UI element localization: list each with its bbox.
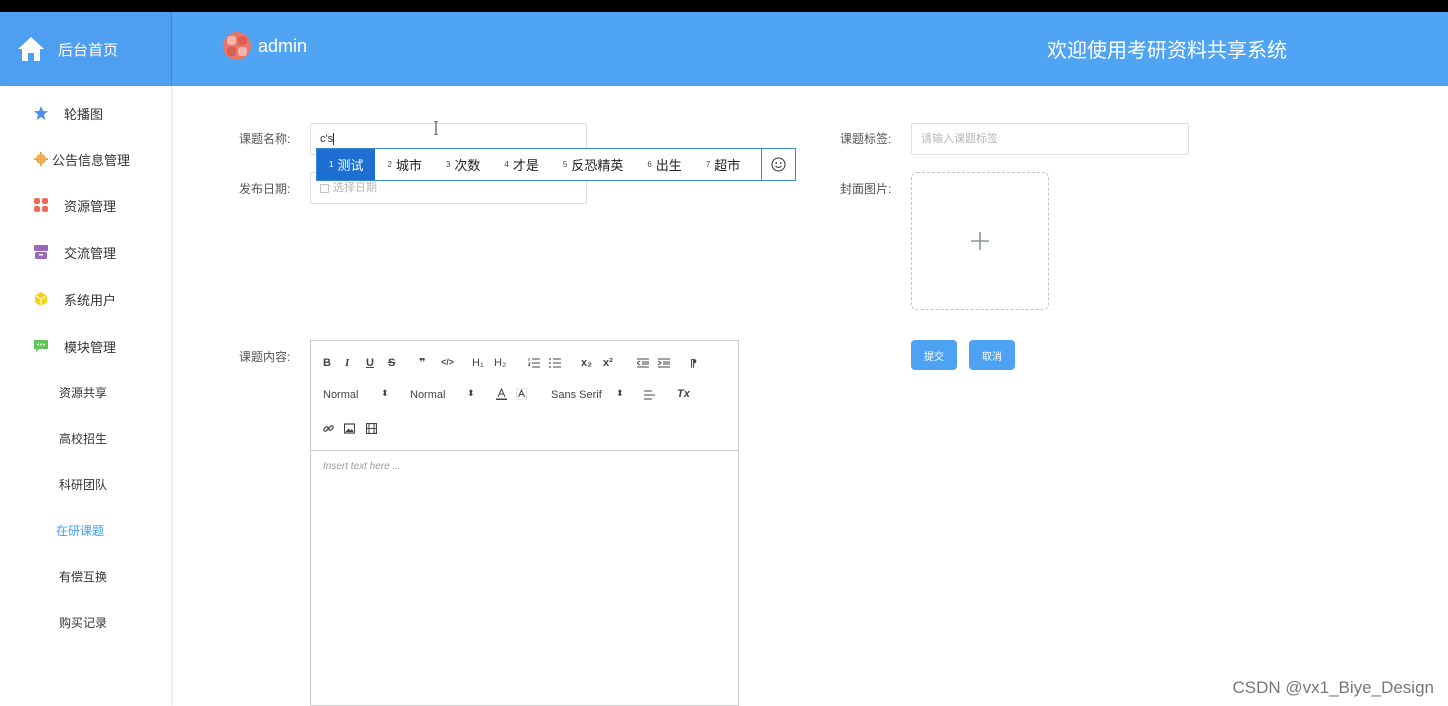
ime-candidate[interactable]: 2 城市 [375,149,433,180]
grid-icon [34,198,48,212]
font-color-icon[interactable] [496,388,507,400]
home-label: 后台首页 [58,41,119,59]
publish-date-label: 发布日期: [239,182,291,196]
topic-name-label: 课题名称: [239,132,291,146]
welcome-title: 欢迎使用考研资料共享系统 [1047,40,1287,62]
sidebar-sub-paid-exchange[interactable]: 有偿互换 [0,565,172,589]
sidebar-item-users[interactable]: 系统用户 [0,284,172,314]
ime-candidate[interactable]: 7 超市 [694,149,752,180]
sidebar-item-resources[interactable]: 资源管理 [0,190,172,220]
cancel-button[interactable]: 取消 [969,340,1015,370]
cube-icon [34,292,48,306]
submit-button[interactable]: 提交 [911,340,957,370]
avatar [223,32,251,60]
sidebar-item-modules[interactable]: 模块管理 [0,331,172,361]
sidebar-sub-admissions[interactable]: 高校招生 [0,427,172,451]
ime-candidate[interactable]: 3 次数 [434,149,492,180]
sidebar-sub-research-topics[interactable]: 在研课题 [0,519,172,543]
text-caret [333,133,335,146]
ime-candidate[interactable]: 6 出生 [635,149,693,180]
watermark: CSDN @vx1_Biye_Design [1232,678,1434,697]
outdent-icon[interactable] [637,358,649,368]
strike-button[interactable]: S [388,357,395,369]
topic-tag-placeholder: 请输入课题标签 [921,133,998,145]
subscript-button[interactable]: x₂ [581,357,592,369]
ime-emoji-button[interactable] [761,149,795,180]
clean-format-button[interactable]: Tx [677,388,690,400]
text-cursor-icon [434,121,438,135]
user-name: admin [258,35,308,56]
sidebar-item-exchange[interactable]: 交流管理 [0,237,172,267]
image-icon[interactable] [344,423,355,434]
editor-placeholder: Insert text here ... [323,461,401,472]
sidebar-item-label: 交流管理 [64,245,117,261]
plus-icon [971,232,989,250]
sidebar: 轮播图 公告信息管理 资源管理 交流管理 系统用户 模块管理 资源共享 高校招生… [0,86,172,706]
gear-icon [34,152,48,166]
code-block-button[interactable]: </> [441,357,454,367]
top-header: 后台首页 admin 欢迎使用考研资料共享系统 [0,12,1448,86]
link-icon[interactable] [323,423,334,434]
background-color-icon[interactable] [516,388,527,400]
align-icon[interactable] [644,390,655,400]
topic-name-value: c's [320,133,334,145]
cover-upload-area[interactable] [911,172,1049,310]
ordered-list-icon[interactable] [528,358,540,368]
h1-button[interactable]: H₁ [472,357,484,369]
sidebar-sub-purchase-records[interactable]: 购买记录 [0,611,172,635]
archive-icon [34,245,48,259]
smiley-icon [771,157,786,172]
ime-candidate[interactable]: 5 反恐精英 [551,149,635,180]
size-picker-arrow-icon: ⬍ [467,388,475,398]
sidebar-item-label: 资源管理 [64,198,117,214]
ime-candidate-bar: 1 测试 2 城市 3 次数 4 才是 5 反恐精英 6 出生 7 超市 [316,148,796,181]
ime-candidate[interactable]: 4 才是 [492,149,550,180]
bullet-list-icon[interactable] [549,358,561,368]
sidebar-item-label: 模块管理 [64,339,117,355]
text-direction-button[interactable]: ⁋ [690,357,697,370]
blockquote-button[interactable]: ❞ [419,356,425,369]
editor-content-area[interactable]: Insert text here ... [311,451,738,482]
h2-button[interactable]: H₂ [494,357,506,369]
editor-toolbar: B I U S ❞ </> H₁ H₂ x₂ x² ⁋ Normal ⬍ Nor… [311,341,738,451]
underline-button[interactable]: U [366,357,374,369]
sidebar-item-label: 系统用户 [64,292,117,308]
star-icon [34,106,48,120]
user-info[interactable]: admin [222,31,307,61]
size-picker[interactable]: Normal [410,389,445,401]
sidebar-item-notices[interactable]: 公告信息管理 [0,144,172,174]
header-picker[interactable]: Normal [323,389,358,401]
topic-tag-label: 课题标签: [840,132,892,146]
sidebar-item-label: 轮播图 [64,106,104,122]
indent-icon[interactable] [658,358,670,368]
topic-tag-input[interactable]: 请输入课题标签 [911,123,1189,155]
topic-content-label: 课题内容: [239,350,291,364]
sidebar-item-label: 公告信息管理 [52,152,131,168]
bold-button[interactable]: B [323,357,331,369]
top-black-strip [0,0,1448,12]
calendar-icon [320,183,329,193]
ime-candidate[interactable]: 1 测试 [317,149,376,180]
home-icon [18,37,44,61]
video-icon[interactable] [366,423,377,434]
cover-image-label: 封面图片: [840,182,892,196]
sidebar-sub-resource-share[interactable]: 资源共享 [0,381,172,405]
home-link[interactable]: 后台首页 [0,12,172,86]
header-picker-arrow-icon: ⬍ [381,388,389,398]
font-picker[interactable]: Sans Serif [551,389,602,401]
font-picker-arrow-icon: ⬍ [616,388,624,398]
chat-icon [34,340,48,352]
sidebar-item-carousel[interactable]: 轮播图 [0,98,172,128]
rich-text-editor: B I U S ❞ </> H₁ H₂ x₂ x² ⁋ Normal ⬍ Nor… [310,340,739,706]
sidebar-sub-research-team[interactable]: 科研团队 [0,473,172,497]
publish-date-placeholder: 选择日期 [333,182,377,194]
superscript-button[interactable]: x² [603,357,613,369]
italic-button[interactable]: I [345,357,349,369]
